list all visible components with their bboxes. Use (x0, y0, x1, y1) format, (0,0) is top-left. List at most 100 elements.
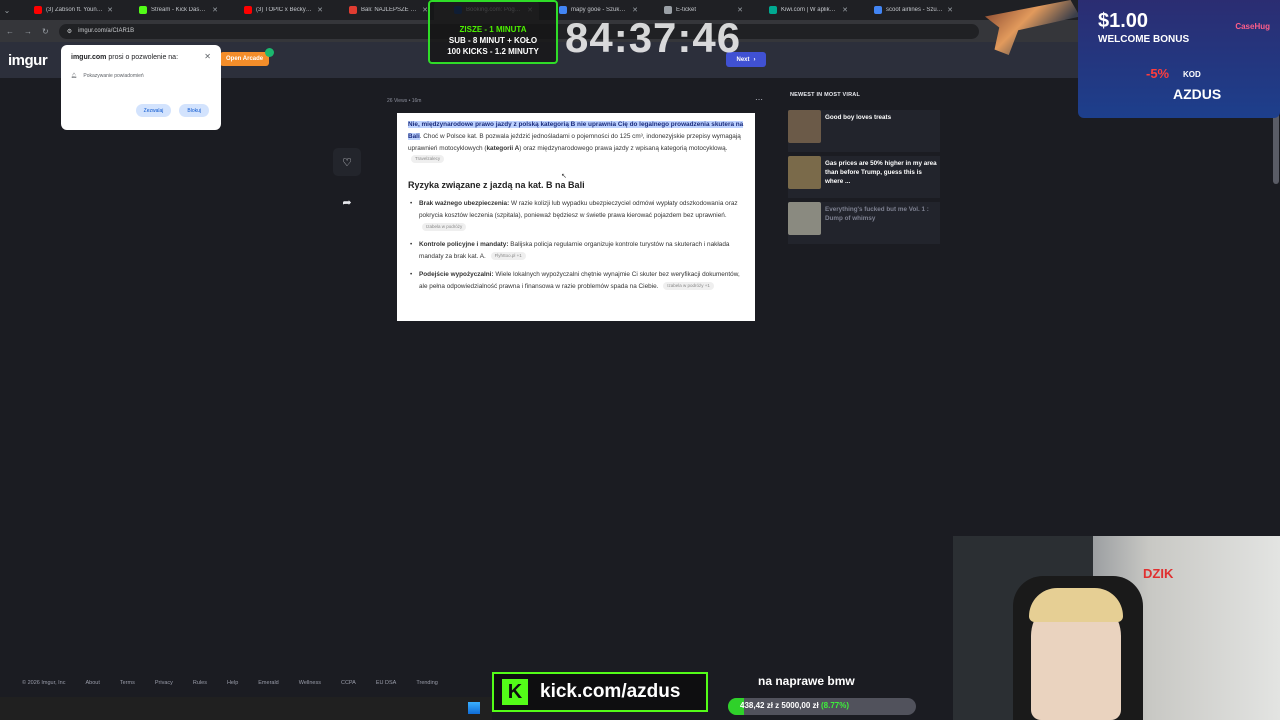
tab-favicon-icon (139, 6, 147, 14)
kick-url: kick.com/azdus (540, 681, 681, 702)
viral-title: Good boy loves treats (825, 114, 892, 121)
tab-close-icon[interactable]: ✕ (632, 6, 638, 14)
tab-favicon-icon (664, 6, 672, 14)
bonus-label: WELCOME BONUS (1098, 34, 1190, 45)
tab-label: (3) Zabson ft. Young Multi (46, 7, 103, 13)
footer-link[interactable]: Terms (120, 680, 135, 686)
tab-close-icon[interactable]: ✕ (947, 6, 953, 14)
footer-link[interactable]: CCPA (341, 680, 356, 686)
viral-item[interactable]: Good boy loves treats (788, 110, 940, 152)
back-icon[interactable]: ← (6, 27, 14, 36)
rule-line: 100 KICKS - 1.2 MINUTY (447, 47, 539, 56)
url-text: imgur.com/a/CIAR1B (78, 28, 135, 34)
post-image: Nie, międzynarodowe prawo jazdy z polską… (397, 113, 755, 321)
permission-title: imgur.com prosi o pozwolenie na: (71, 54, 179, 61)
windows-taskbar (0, 697, 492, 720)
browser-tab[interactable]: Stream - Kick Dashboard ✕ (119, 0, 224, 20)
risks-list: Brak ważnego ubezpieczenia: W razie koli… (408, 198, 744, 293)
sidebar-title: NEWEST IN MOST VIRAL (790, 92, 860, 98)
footer-link[interactable]: Help (227, 680, 238, 686)
notification-permission-popup: imgur.com prosi o pozwolenie na: ✕ 🔔︎ Po… (61, 45, 221, 130)
tab-label: (3) TOPIC x Becky G - Sor (256, 7, 313, 13)
source-chip: Travelzalecy (411, 155, 445, 164)
reload-icon[interactable]: ↻ (42, 27, 49, 36)
donation-goal-title: na naprawe bmw (758, 674, 855, 688)
risk-item: Podejście wypożyczalni: Wiele lokalnych … (408, 269, 744, 293)
tab-label: Kiwi.com | W aplikacji jest (781, 7, 839, 13)
allow-button[interactable]: Zezwalaj (135, 104, 172, 117)
promo-code: AZDUS (1173, 86, 1222, 102)
footer-link[interactable]: About (86, 680, 100, 686)
kick-banner: K kick.com/azdus (492, 672, 708, 712)
bonus-amount: $1.00 (1098, 10, 1149, 32)
site-info-icon[interactable]: ⚙ (67, 28, 72, 35)
donation-goal-bar: 438,42 zł z 5000,00 zł (8.77%) (728, 698, 916, 715)
tab-close-icon[interactable]: ✕ (842, 6, 848, 14)
tab-favicon-icon (559, 6, 567, 14)
code-label: KOD (1183, 70, 1201, 79)
source-chip: Izabela w podróży (422, 222, 467, 231)
risk-item: Kontrole policyjne i mandaty: Balijska p… (408, 239, 744, 263)
favorite-heart-icon[interactable]: ♡ (333, 148, 361, 176)
source-chip: Flyhttoo.pl +1 (490, 252, 526, 261)
tab-favicon-icon (244, 6, 252, 14)
browser-tab[interactable]: (3) Zabson ft. Young Multi ✕ (14, 0, 119, 20)
tab-favicon-icon (769, 6, 777, 14)
discount: -5% (1146, 66, 1170, 81)
browser-tab[interactable]: Kiwi.com | W aplikacji jest✕ (749, 0, 854, 20)
permission-row: 🔔︎ Pokazywanie powiadomień (71, 73, 211, 79)
brand-logo: CaseHug (1235, 22, 1270, 31)
tab-favicon-icon (874, 6, 882, 14)
subathon-rules-box: ZISZE - 1 MINUTA SUB - 8 MINUT + KOŁO 10… (428, 0, 558, 64)
tab-close-icon[interactable]: ✕ (317, 6, 323, 14)
mouse-cursor-icon: ↖ (561, 173, 567, 180)
post-meta: 26 Views • 16m (387, 98, 422, 104)
tab-label: E-ticket (676, 7, 697, 13)
footer-link[interactable]: Trending (416, 680, 438, 686)
open-arcade-button[interactable]: Open Arcade (220, 52, 270, 66)
tab-label: scoot airlines - Szukaj w Go (886, 7, 944, 13)
footer-link[interactable]: Rules (193, 680, 207, 686)
imgur-logo[interactable]: imgur (8, 52, 48, 69)
tab-close-icon[interactable]: ✕ (107, 6, 113, 14)
streamer-hair (1029, 588, 1123, 622)
share-arrow-icon[interactable]: ➦ (333, 188, 361, 216)
viral-item[interactable]: Everything's fucked but me Vol. 1 : Dump… (788, 202, 940, 244)
donation-goal-label: 438,42 zł z 5000,00 zł (8.77%) (740, 701, 850, 710)
risks-heading: Ryzyka związane z jazdą na kat. B na Bal… (408, 180, 585, 191)
tab-close-icon[interactable]: ✕ (737, 6, 743, 14)
footer-link[interactable]: Wellness (299, 680, 321, 686)
chevron-right-icon: › (753, 56, 756, 63)
source-chip: Izabela w podróży +1 (663, 281, 714, 290)
tab-label: Stream - Kick Dashboard (151, 7, 208, 13)
browser-tab[interactable]: scoot airlines - Szukaj w Go✕ (854, 0, 959, 20)
browser-tab[interactable]: (3) TOPIC x Becky G - Sor ✕ (224, 0, 329, 20)
bell-icon: 🔔︎ (71, 73, 78, 79)
rule-line: SUB - 8 MINUT + KOŁO (448, 36, 538, 45)
webcam-feed: DZIK (953, 536, 1280, 720)
tab-search-icon[interactable]: ⌄ (0, 6, 14, 15)
tab-label: mapy gooe - Szukaj w Go (571, 7, 628, 13)
tab-close-icon[interactable]: ✕ (212, 6, 218, 14)
more-options-icon[interactable]: ⋯ (755, 95, 763, 104)
subathon-timer: 84:37:46 (565, 14, 742, 61)
footer-link[interactable]: EU DSA (376, 680, 396, 686)
block-button[interactable]: Blokuj (179, 104, 209, 117)
arcade-badge (265, 48, 274, 57)
casino-promo-banner: $1.00 WELCOME BONUS CaseHug -5% KOD AZDU… (1078, 0, 1280, 118)
browser-tab[interactable]: Bali: NAJLEPSZE wycieczk✕ (329, 0, 434, 20)
footer-link[interactable]: Emerald (258, 680, 278, 686)
tab-label: Bali: NAJLEPSZE wycieczk (361, 7, 418, 13)
viral-item[interactable]: Gas prices are 50% higher in my area tha… (788, 156, 940, 198)
viral-thumbnail (788, 110, 821, 143)
rule-line: ZISZE - 1 MINUTA (459, 25, 527, 34)
windows-start-icon[interactable] (468, 702, 480, 714)
post-intro: Nie, międzynarodowe prawo jazdy z polską… (408, 121, 744, 164)
forward-icon[interactable]: → (24, 27, 32, 36)
kick-logo-icon: K (502, 679, 528, 705)
viral-title: Gas prices are 50% higher in my area tha… (825, 160, 937, 185)
risk-item: Brak ważnego ubezpieczenia: W razie koli… (408, 198, 744, 233)
close-icon[interactable]: ✕ (204, 52, 211, 61)
footer-link[interactable]: Privacy (155, 680, 173, 686)
viral-thumbnail (788, 156, 821, 189)
